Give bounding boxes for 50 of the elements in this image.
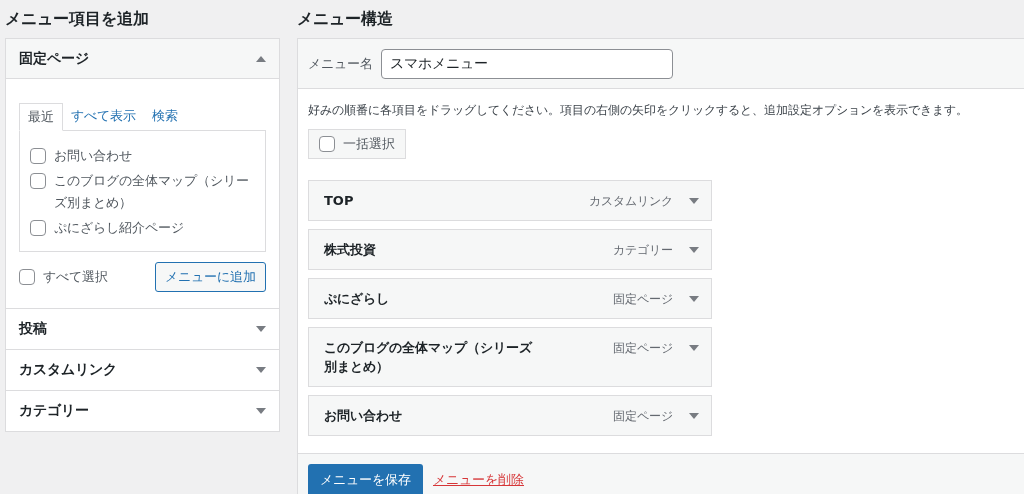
tab[interactable]: 最近 [19,103,63,131]
menu-item-bar[interactable]: TOP カスタムリンク [308,180,712,221]
page-option-label: お問い合わせ [54,146,132,165]
panel-heading: メニュー構造 [297,8,394,30]
collapse-arrow-icon[interactable] [256,55,266,62]
expand-arrow-icon[interactable] [256,325,266,332]
menu-item-type: 固定ページ [613,407,673,425]
expand-arrow-icon[interactable] [256,407,266,414]
menu-item-type: 固定ページ [613,290,673,308]
menu-item-title: TOP [324,192,355,210]
expand-arrow-icon[interactable] [689,246,699,253]
panel-heading: メニュー項目を追加 [5,8,150,30]
menu-item-bar[interactable]: 株式投資 カテゴリー [308,229,712,270]
delete-menu-link[interactable]: メニューを削除 [433,470,524,490]
page-option-label: ぷにざらし紹介ページ [54,218,184,237]
menu-name-label: メニュー名 [308,54,373,73]
page-option-label: このブログの全体マップ（シリーズ別まとめ） [54,171,250,212]
section-title: 固定ページ [19,49,89,68]
menu-name-field[interactable]: スマホメニュー [381,48,673,79]
checkbox[interactable] [30,172,46,189]
menu-item-title: 株式投資 [324,241,377,259]
expand-arrow-icon[interactable] [689,197,699,204]
tab[interactable]: 検索 [144,103,186,130]
instructions-text: 好みの順番に各項目をドラッグしてください。項目の右側の矢印をクリックすると、追加設定オプションを表示できます。 [308,102,969,119]
accordion-header[interactable]: 固定ページ [6,39,279,79]
select-all-label: すべて選択 [43,267,108,286]
expand-arrow-icon[interactable] [256,366,266,373]
checkbox[interactable] [30,147,46,164]
menu-item-title: このブログの全体マップ（シリーズ別まとめ） [324,339,534,376]
expand-arrow-icon[interactable] [689,412,699,419]
section-title: 投稿 [19,319,47,338]
section-title: カスタムリンク [19,360,117,379]
menu-item-bar[interactable]: ぷにざらし 固定ページ [308,278,712,319]
section-title: カテゴリー [19,401,89,420]
menu-item-bar[interactable]: このブログの全体マップ（シリーズ別まとめ） 固定ページ [308,327,712,387]
menu-item-type: カテゴリー [613,241,673,259]
bulk-select-button[interactable]: 一括選択 [308,129,406,159]
checkbox[interactable] [319,136,335,152]
checkbox[interactable] [19,268,35,285]
menu-item-title: ぷにざらし [324,290,390,308]
menu-item-bar[interactable]: お問い合わせ 固定ページ [308,395,712,436]
menu-item-type: カスタムリンク [589,192,673,210]
checkbox[interactable] [30,219,46,236]
expand-arrow-icon[interactable] [689,295,699,302]
menu-item-title: お問い合わせ [324,407,403,425]
save-menu-button[interactable]: メニューを保存 [308,464,423,494]
menu-item-type: 固定ページ [613,339,673,357]
expand-arrow-icon[interactable] [689,344,699,351]
add-to-menu-button[interactable]: メニューに追加 [155,261,266,292]
tab[interactable]: すべて表示 [63,103,144,130]
